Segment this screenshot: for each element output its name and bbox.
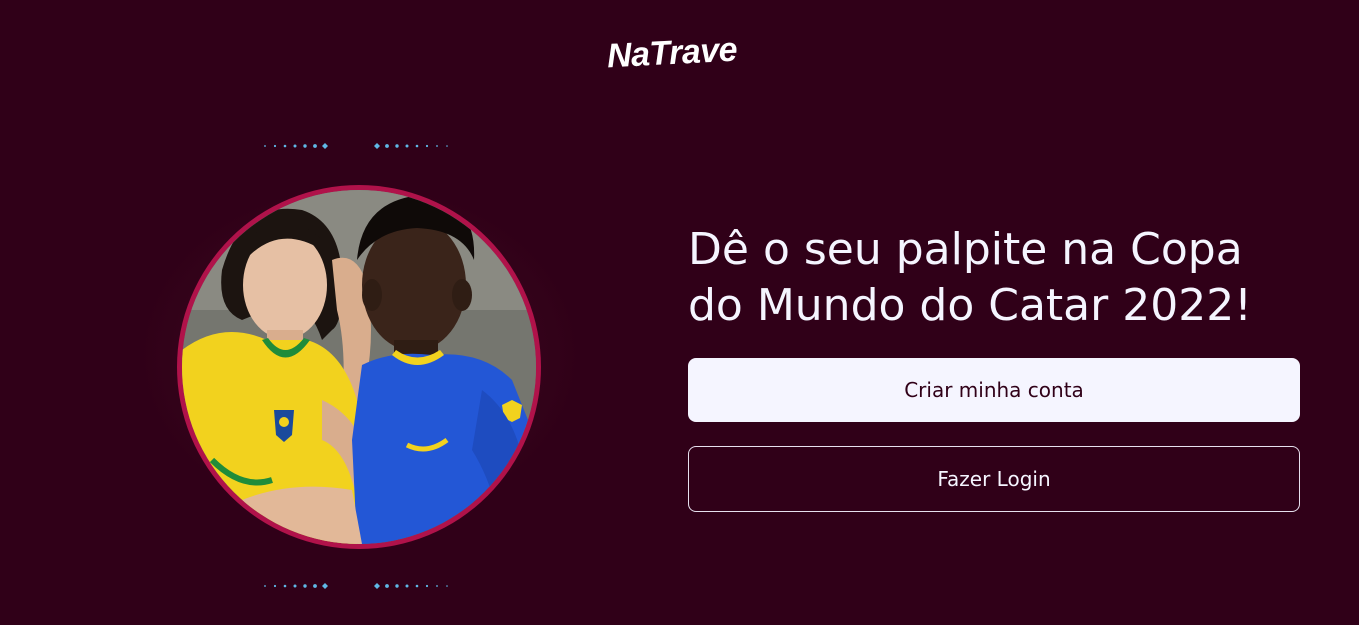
create-account-button[interactable]: Criar minha conta [688,358,1300,422]
decorative-dots-bottom [264,583,448,589]
page-headline: Dê o seu palpite na Copa do Mundo do Cat… [688,224,1252,331]
natrave-logo: NaTrave [606,30,738,76]
fans-photo [182,190,536,544]
hero-illustration [135,140,585,600]
decorative-dots-top [264,143,448,149]
login-button[interactable]: Fazer Login [688,446,1300,512]
create-account-label: Criar minha conta [904,378,1084,402]
photo-frame [177,185,541,549]
login-label: Fazer Login [937,467,1051,491]
